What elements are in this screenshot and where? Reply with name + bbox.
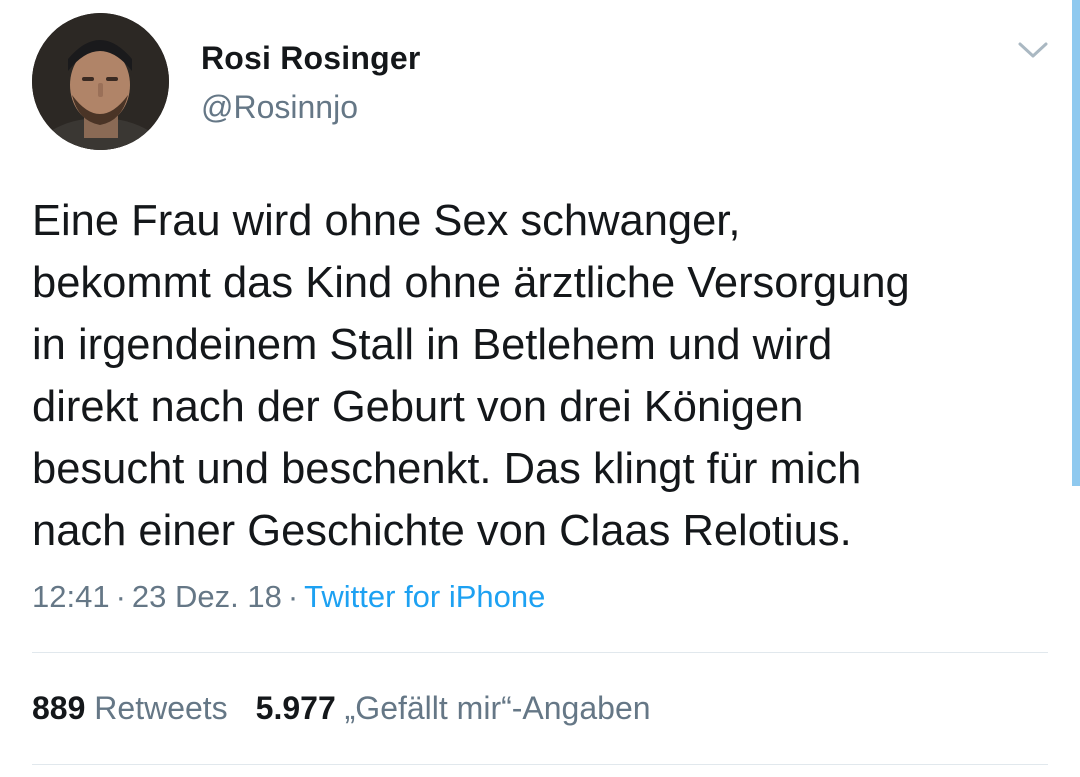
tweet-detail: Rosi Rosinger @Rosinnjo Eine Frau wird o… [0,0,1080,777]
author-name[interactable]: Rosi Rosinger [201,40,421,77]
avatar[interactable] [32,13,169,150]
scroll-indicator [1072,0,1080,486]
divider [32,764,1048,765]
likes-label: „Gefällt mir“-Angaben [344,690,651,726]
retweets-label: Retweets [94,690,228,726]
tweet-stats: 889 Retweets 5.977 „Gefällt mir“-Angaben [32,690,651,727]
likes-stat[interactable]: 5.977 „Gefällt mir“-Angaben [256,690,651,726]
tweet-meta: 12:41 · 23 Dez. 18 · Twitter for iPhone [32,579,545,615]
meta-separator: · [115,579,126,614]
tweet-date: 23 Dez. 18 [131,579,282,614]
author-handle[interactable]: @Rosinnjo [201,89,358,126]
tweet-text: Eine Frau wird ohne Sex schwanger, bekom… [32,197,910,555]
likes-count: 5.977 [255,690,336,726]
retweets-stat[interactable]: 889 Retweets [32,690,228,726]
retweets-count: 889 [32,690,86,726]
meta-separator: · [287,579,299,614]
chevron-down-icon[interactable] [1016,38,1050,62]
avatar-image [32,13,169,150]
tweet-time: 12:41 [32,579,110,614]
tweet-source-link[interactable]: Twitter for iPhone [304,579,545,614]
divider [32,652,1048,653]
